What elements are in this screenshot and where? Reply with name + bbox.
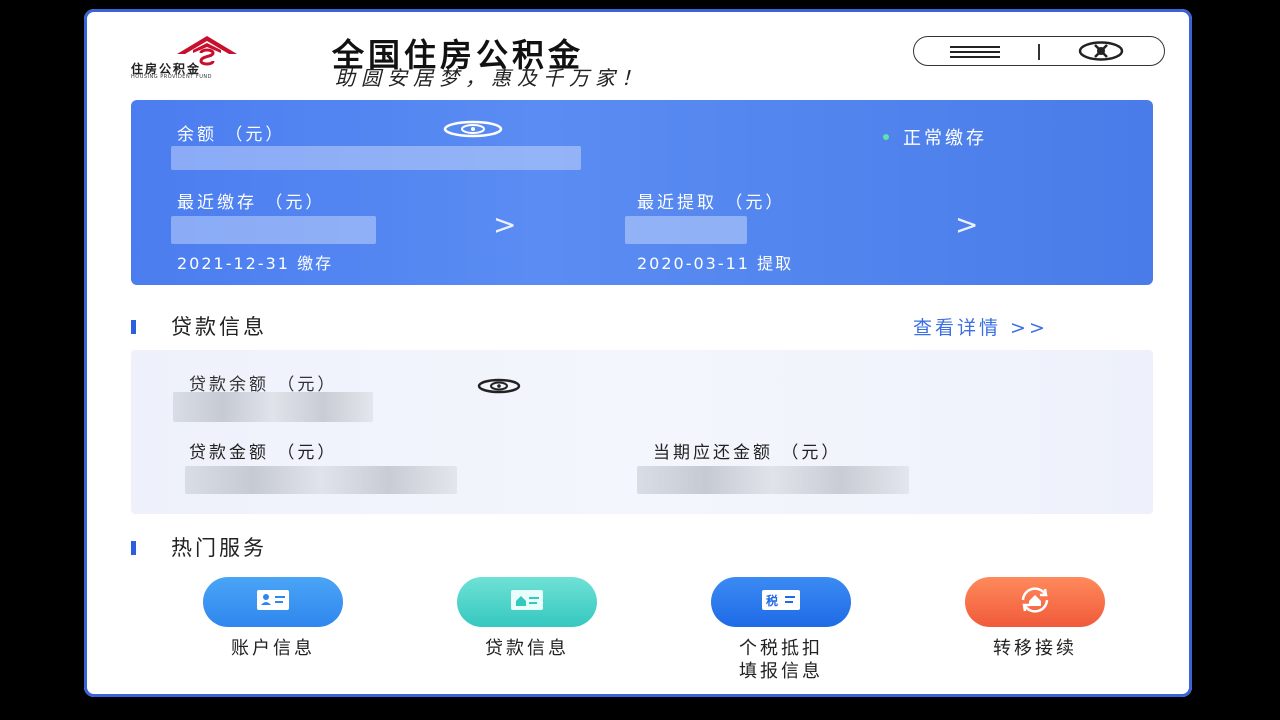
slogan: 助圆安居梦，惠及千万家！ <box>335 66 647 90</box>
balance-card: 余额 （元） 正常缴存 最近缴存 （元） > 2021-12-31 缴存 最近提… <box>131 100 1153 285</box>
service-pill: 税 <box>711 577 851 627</box>
current-due-value-masked <box>637 466 909 494</box>
mini-program-capsule <box>913 36 1165 66</box>
service-pill <box>203 577 343 627</box>
service-account-info[interactable]: 账户信息 <box>183 577 363 660</box>
recent-withdraw-value-masked <box>625 216 747 244</box>
tax-card-icon: 税 <box>761 589 801 615</box>
view-details-link[interactable]: 查看详情 >> <box>913 313 1048 340</box>
service-tax-deduction[interactable]: 税 个税抵扣 填报信息 <box>691 577 871 683</box>
id-card-icon <box>256 589 290 615</box>
service-pill <box>457 577 597 627</box>
menu-icon[interactable] <box>950 43 1000 61</box>
recent-withdraw-label: 最近提取 （元） <box>637 193 786 213</box>
status-dot-icon <box>883 134 889 140</box>
capsule-divider <box>1038 44 1040 60</box>
balance-value-masked <box>171 146 581 170</box>
hot-services-title: 热门服务 <box>171 536 267 560</box>
house-card-icon <box>510 589 544 615</box>
current-due-label: 当期应还金额 （元） <box>653 443 842 463</box>
phone-frame: 住房公积金 HOUSING PROVIDENT FUND 全国住房公积金 助圆安… <box>84 9 1192 697</box>
service-transfer[interactable]: 转移接续 <box>945 577 1125 660</box>
logo-subtext: HOUSING PROVIDENT FUND <box>131 74 212 80</box>
status-text: 正常缴存 <box>903 128 987 149</box>
loan-section-title: 贷款信息 <box>171 315 267 339</box>
app-screen: 住房公积金 HOUSING PROVIDENT FUND 全国住房公积金 助圆安… <box>87 12 1189 694</box>
close-icon[interactable] <box>1078 40 1124 62</box>
service-loan-info[interactable]: 贷款信息 <box>437 577 617 660</box>
service-label: 账户信息 <box>231 638 315 659</box>
recent-deposit-value-masked <box>171 216 376 244</box>
loan-amount-label: 贷款金额 （元） <box>189 443 338 463</box>
recent-withdraw-chevron-icon[interactable]: > <box>955 208 978 241</box>
section-marker <box>131 320 136 334</box>
service-label: 贷款信息 <box>485 638 569 659</box>
eye-icon[interactable] <box>477 378 521 394</box>
svg-text:税: 税 <box>766 593 778 608</box>
recent-withdraw-date: 2020-03-11 提取 <box>637 254 794 273</box>
eye-icon[interactable] <box>443 120 503 138</box>
service-pill <box>965 577 1105 627</box>
loan-balance-value-masked <box>173 392 373 422</box>
service-label: 转移接续 <box>993 638 1077 659</box>
recent-deposit-chevron-icon[interactable]: > <box>493 208 516 241</box>
recent-deposit-label: 最近缴存 （元） <box>177 193 326 213</box>
transfer-house-icon <box>1017 586 1053 618</box>
loan-amount-value-masked <box>185 466 457 494</box>
recent-deposit-date: 2021-12-31 缴存 <box>177 254 334 273</box>
loan-info-panel: 贷款余额 （元） 贷款金额 （元） 当期应还金额 （元） <box>131 350 1153 514</box>
section-marker <box>131 541 136 555</box>
service-label: 个税抵扣 填报信息 <box>739 638 823 682</box>
deposit-status: 正常缴存 <box>883 124 987 150</box>
balance-label: 余额 （元） <box>177 125 286 145</box>
